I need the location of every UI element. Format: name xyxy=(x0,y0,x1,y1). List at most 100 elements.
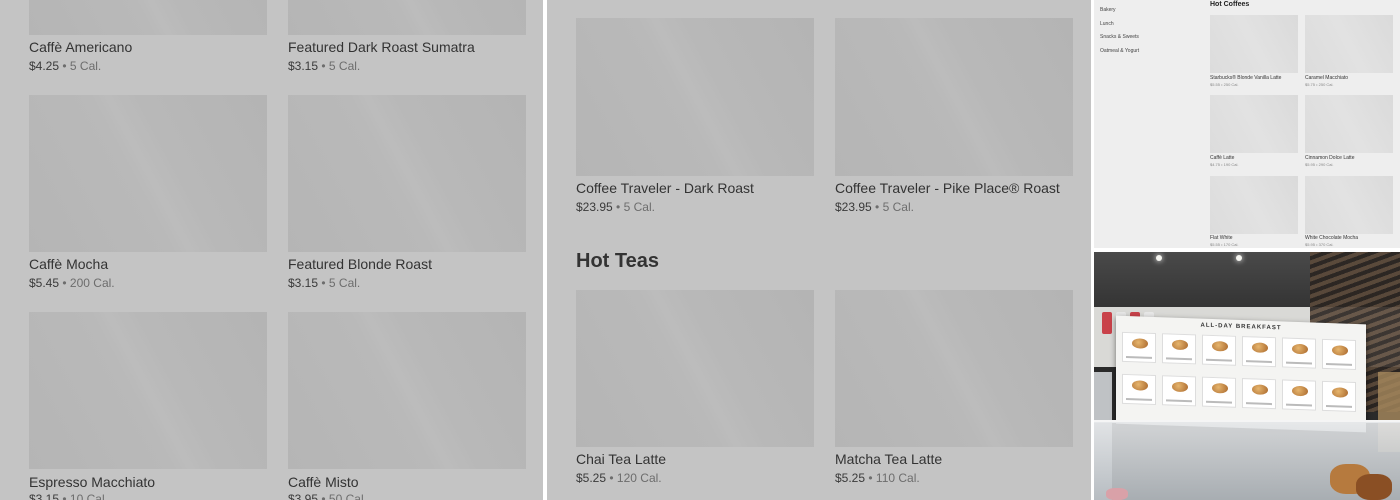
item-name[interactable]: Coffee Traveler - Dark Roast xyxy=(576,180,754,196)
menu-panel-left: Caffè Americano $4.25 • 5 Cal. Featured … xyxy=(0,0,543,500)
item-price-calories: $5.25 • 110 Cal. xyxy=(835,471,920,485)
pastry xyxy=(1106,488,1128,500)
separator: • xyxy=(875,200,880,214)
food-picture xyxy=(1132,338,1148,349)
section-heading-hot-coffees: Hot Coffees xyxy=(1210,1,1250,8)
category-link-snacks-sweets[interactable]: Snacks & Sweets xyxy=(1100,34,1139,40)
item-name[interactable]: Caffè Mocha xyxy=(29,256,108,272)
menu-card xyxy=(1202,334,1236,366)
menu-card xyxy=(1242,336,1276,368)
menu-card xyxy=(1122,373,1156,406)
menu-card xyxy=(1282,337,1316,369)
item-image[interactable] xyxy=(1210,176,1298,234)
category-link-bakery[interactable]: Bakery xyxy=(1100,7,1116,13)
item-image[interactable] xyxy=(576,290,814,447)
food-picture xyxy=(1292,343,1308,355)
item-price-calories: $3.15 • 5 Cal. xyxy=(288,59,360,73)
card-caption xyxy=(1246,360,1272,364)
item-name[interactable]: Chai Tea Latte xyxy=(576,451,666,467)
food-picture xyxy=(1252,384,1268,395)
card-caption xyxy=(1126,355,1152,359)
item-name[interactable]: Matcha Tea Latte xyxy=(835,451,942,467)
item-price-calories: $23.95 • 5 Cal. xyxy=(835,200,914,214)
item-image[interactable] xyxy=(576,18,814,176)
separator: • xyxy=(321,59,326,73)
card-caption xyxy=(1326,362,1352,366)
card-caption xyxy=(1126,397,1152,401)
item-image[interactable] xyxy=(29,312,267,469)
item-image[interactable] xyxy=(1305,15,1393,73)
item-price-calories: $5.25 • 120 Cal. xyxy=(576,471,662,485)
mini-menu-panel: Bakery Lunch Snacks & Sweets Oatmeal & Y… xyxy=(1094,0,1400,248)
item-calories: 110 Cal. xyxy=(875,471,920,485)
item-price: $3.15 xyxy=(29,492,60,500)
item-price-calories: $4.25 • 5 Cal. xyxy=(29,59,101,73)
item-image[interactable] xyxy=(1210,95,1298,153)
breakfast-sign: ALL-DAY BREAKFAST xyxy=(1116,315,1366,433)
item-image[interactable] xyxy=(835,290,1073,447)
menu-card xyxy=(1282,379,1316,411)
item-calories: 10 Cal. xyxy=(69,492,108,500)
item-image[interactable] xyxy=(1305,95,1393,153)
card-caption xyxy=(1166,357,1192,361)
item-image[interactable] xyxy=(288,95,526,252)
card-caption xyxy=(1286,361,1312,365)
item-calories: 200 Cal. xyxy=(69,276,115,290)
item-name[interactable]: Featured Dark Roast Sumatra xyxy=(288,39,475,55)
category-link-lunch[interactable]: Lunch xyxy=(1100,21,1114,27)
item-price-calories: $5.45 • 200 Cal. xyxy=(29,276,115,290)
item-price: $4.25 xyxy=(29,59,60,73)
item-name[interactable]: Cinnamon Dolce Latte xyxy=(1305,155,1354,161)
item-name[interactable]: Coffee Traveler - Pike Place® Roast xyxy=(835,180,1060,196)
item-name[interactable]: Flat White xyxy=(1210,235,1233,241)
item-price-calories: $3.95 • 50 Cal. xyxy=(288,492,367,500)
card-caption xyxy=(1246,402,1272,406)
item-image[interactable] xyxy=(288,312,526,469)
item-image[interactable] xyxy=(1305,176,1393,234)
separator: • xyxy=(609,471,614,485)
item-calories: 5 Cal. xyxy=(69,59,102,73)
item-price-calories: $5.95 • 370 Cal. xyxy=(1305,242,1334,247)
food-picture xyxy=(1132,380,1148,391)
item-price-calories: $4.75 • 190 Cal. xyxy=(1210,162,1239,167)
item-name[interactable]: Caffè Misto xyxy=(288,474,359,490)
item-price-calories: $5.55 • 170 Cal. xyxy=(1210,242,1239,247)
item-image[interactable] xyxy=(288,0,526,35)
menu-card xyxy=(1322,338,1356,371)
item-name[interactable]: Espresso Macchiato xyxy=(29,474,155,490)
item-name[interactable]: Caramel Macchiato xyxy=(1305,75,1348,81)
store-photo: ALL-DAY BREAKFAST xyxy=(1094,252,1400,500)
item-name[interactable]: Caffè Americano xyxy=(29,39,132,55)
item-price-calories: $3.15 • 5 Cal. xyxy=(288,276,360,290)
ceiling-light xyxy=(1236,255,1242,261)
menu-card xyxy=(1162,333,1196,365)
item-calories: 5 Cal. xyxy=(623,200,655,214)
menu-panel-middle: Coffee Traveler - Dark Roast $23.95 • 5 … xyxy=(547,0,1091,500)
item-price: $3.15 xyxy=(288,276,319,290)
item-image[interactable] xyxy=(29,0,267,35)
separator: • xyxy=(62,492,67,500)
item-image[interactable] xyxy=(1210,15,1298,73)
ceiling-light xyxy=(1156,255,1162,261)
item-name[interactable]: Caffè Latte xyxy=(1210,155,1234,161)
item-image[interactable] xyxy=(835,18,1073,176)
card-caption xyxy=(1206,358,1232,362)
item-price: $5.45 xyxy=(29,276,60,290)
item-price: $3.95 xyxy=(288,492,319,500)
category-link-oatmeal-yogurt[interactable]: Oatmeal & Yogurt xyxy=(1100,48,1139,54)
card-caption xyxy=(1326,404,1352,408)
item-price-calories: $5.75 • 250 Cal. xyxy=(1305,82,1334,87)
item-price: $23.95 xyxy=(835,200,872,214)
item-name[interactable]: White Chocolate Mocha xyxy=(1305,235,1358,241)
item-price: $5.25 xyxy=(835,471,866,485)
item-name[interactable]: Starbucks® Blonde Vanilla Latte xyxy=(1210,75,1281,81)
separator: • xyxy=(616,200,621,214)
item-image[interactable] xyxy=(29,95,267,252)
item-calories: 120 Cal. xyxy=(616,471,662,485)
menu-card xyxy=(1242,378,1276,410)
menu-card xyxy=(1322,380,1356,413)
item-price-calories: $3.15 • 10 Cal. xyxy=(29,492,108,500)
item-name[interactable]: Featured Blonde Roast xyxy=(288,256,432,272)
pastry xyxy=(1356,474,1392,500)
separator: • xyxy=(321,492,326,500)
